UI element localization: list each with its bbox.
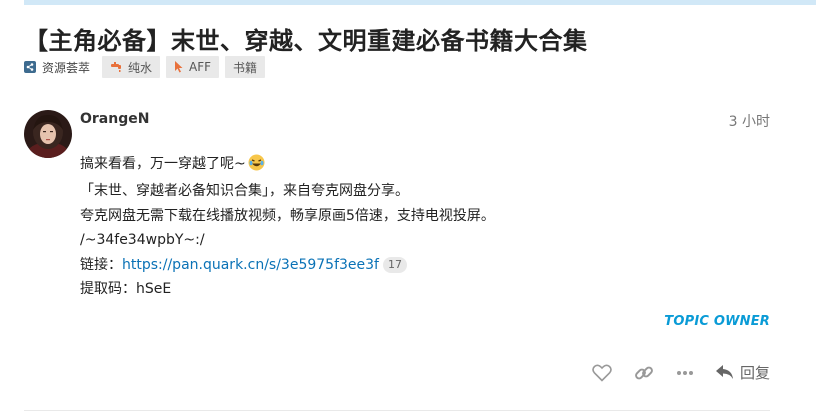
avatar[interactable] — [24, 110, 72, 158]
tag-books[interactable]: 书籍 — [225, 56, 266, 78]
post-line: 夸克网盘无需下载在线播放视频，畅享原画5倍速，支持电视投屏。 — [80, 207, 495, 224]
link-icon[interactable] — [634, 363, 654, 383]
faucet-icon — [111, 61, 122, 72]
reply-icon — [715, 365, 733, 379]
share-link[interactable]: https://pan.quark.cn/s/3e5975f3ee3f — [122, 257, 379, 273]
tag-aff[interactable]: AFF — [166, 56, 220, 78]
post-actions: 回复 — [570, 362, 770, 383]
post-line: 搞来看看，万一穿越了呢~ — [80, 152, 495, 179]
post-line: 「末世、穿越者必备知识合集」，来自夸克网盘分享。 — [80, 183, 409, 200]
tag-label: 纯水 — [128, 60, 153, 75]
topic-owner-badge: TOPIC OWNER — [664, 314, 770, 329]
cursor-icon — [175, 61, 183, 73]
reply-button[interactable]: 回复 — [715, 362, 770, 383]
category-label: 资源荟萃 — [42, 60, 91, 75]
post-code-line: 提取码：hSeE — [80, 281, 172, 298]
link-click-count: 17 — [382, 256, 407, 273]
post-body: 搞来看看，万一穿越了呢~ 「末世、穿越者必备知识合集」，来自夸克网盘分享。 夸克… — [80, 152, 495, 301]
post-time[interactable]: 3 小时 — [729, 111, 770, 131]
topic-title[interactable]: 【主角必备】末世、穿越、文明重建必备书籍大合集 — [24, 21, 588, 56]
tag-label: AFF — [189, 60, 212, 74]
top-banner-strip — [24, 0, 816, 5]
topic-meta-row: 资源荟萃 纯水 AFF 书籍 — [24, 56, 271, 78]
post-username[interactable]: OrangeN — [80, 111, 149, 127]
tag-chunshui[interactable]: 纯水 — [102, 56, 161, 78]
post-line: /~34fe34wpbY~:/ — [80, 232, 205, 249]
post-divider — [24, 410, 770, 411]
heart-icon[interactable] — [592, 364, 612, 382]
more-icon[interactable] — [676, 370, 694, 376]
link-label: 链接： — [80, 256, 122, 273]
share-icon — [24, 61, 36, 73]
post-link-line: 链接：https://pan.quark.cn/s/3e5975f3ee3f 17 — [80, 253, 495, 277]
category-badge[interactable]: 资源荟萃 — [24, 59, 90, 76]
reply-label: 回复 — [739, 364, 770, 382]
laughing-emoji — [248, 154, 265, 179]
post-line-text: 搞来看看，万一穿越了呢~ — [80, 156, 246, 172]
tag-label: 书籍 — [233, 60, 258, 75]
